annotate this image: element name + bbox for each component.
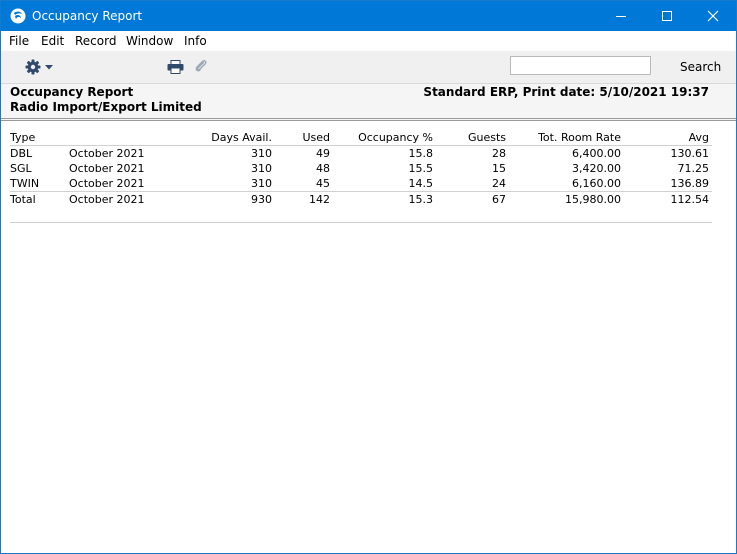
toolbar: Search [1, 51, 736, 84]
cell-days-avail: 310 [251, 162, 272, 175]
menu-record[interactable]: Record [75, 34, 116, 48]
menu-bar: File Edit Record Window Info [1, 31, 736, 51]
cell-days-avail: 930 [251, 193, 272, 206]
cell-occupancy: 14.5 [408, 177, 434, 190]
column-header-days-avail: Days Avail. [211, 131, 272, 144]
total-divider [10, 191, 712, 192]
column-header-occupancy: Occupancy % [358, 131, 433, 144]
menu-info[interactable]: Info [184, 34, 207, 48]
cell-tot-room-rate: 3,420.00 [572, 162, 621, 175]
close-icon [707, 10, 719, 22]
cell-type: DBL [10, 147, 33, 160]
cell-used: 45 [316, 177, 330, 190]
cell-used: 142 [309, 193, 330, 206]
window-title: Occupancy Report [32, 9, 143, 23]
dropdown-arrow-icon [45, 65, 53, 70]
cell-period: October 2021 [69, 147, 145, 160]
menu-window[interactable]: Window [126, 34, 173, 48]
cell-type: Total [10, 193, 36, 206]
cell-period: October 2021 [69, 177, 145, 190]
cell-avg: 136.89 [670, 177, 710, 190]
cell-occupancy: 15.5 [408, 162, 434, 175]
cell-type: TWIN [10, 177, 40, 190]
cell-guests: 24 [492, 177, 506, 190]
cell-tot-room-rate: 6,160.00 [572, 177, 621, 190]
report-header: Occupancy Report Radio Import/Export Lim… [1, 84, 736, 121]
title-bar[interactable]: Occupancy Report [1, 1, 736, 31]
maximize-button[interactable] [644, 1, 690, 31]
minimize-icon [616, 16, 626, 17]
search-input[interactable] [510, 56, 651, 75]
cell-used: 48 [316, 162, 330, 175]
maximize-icon [662, 11, 672, 21]
cell-tot-room-rate: 15,980.00 [565, 193, 621, 206]
print-icon[interactable] [167, 60, 184, 74]
column-header-type: Type [10, 131, 36, 144]
cell-used: 49 [316, 147, 330, 160]
cell-guests: 67 [492, 193, 506, 206]
column-header-guests: Guests [467, 131, 506, 144]
menu-edit[interactable]: Edit [41, 34, 64, 48]
cell-period: October 2021 [69, 162, 145, 175]
close-button[interactable] [690, 1, 736, 31]
cell-days-avail: 310 [251, 177, 272, 190]
cell-occupancy: 15.3 [408, 193, 434, 206]
app-logo-icon [10, 8, 26, 24]
cell-avg: 130.61 [670, 147, 710, 160]
search-button[interactable]: Search [680, 60, 721, 74]
cell-period: October 2021 [69, 193, 145, 206]
operations-button[interactable] [25, 57, 57, 77]
column-header-tot-room-rate: Tot. Room Rate [538, 131, 621, 144]
company-name: Radio Import/Export Limited [10, 100, 202, 114]
cell-type: SGL [10, 162, 32, 175]
gear-icon [25, 59, 41, 75]
report-title: Occupancy Report [10, 85, 134, 99]
header-divider [10, 145, 712, 146]
minimize-button[interactable] [598, 1, 644, 31]
report-end-line [10, 222, 712, 223]
print-info: Standard ERP, Print date: 5/10/2021 19:3… [423, 85, 709, 99]
menu-file[interactable]: File [9, 34, 29, 48]
cell-guests: 15 [492, 162, 506, 175]
report-window: Occupancy Report File Edit Record Window… [0, 0, 737, 554]
cell-avg: 112.54 [670, 193, 710, 206]
cell-tot-room-rate: 6,400.00 [572, 147, 621, 160]
column-header-avg: Avg [688, 131, 709, 144]
cell-avg: 71.25 [677, 162, 710, 175]
paperclip-icon[interactable] [194, 59, 208, 75]
cell-guests: 28 [492, 147, 506, 160]
cell-days-avail: 310 [251, 147, 272, 160]
column-header-used: Used [302, 131, 330, 144]
cell-occupancy: 15.8 [408, 147, 434, 160]
